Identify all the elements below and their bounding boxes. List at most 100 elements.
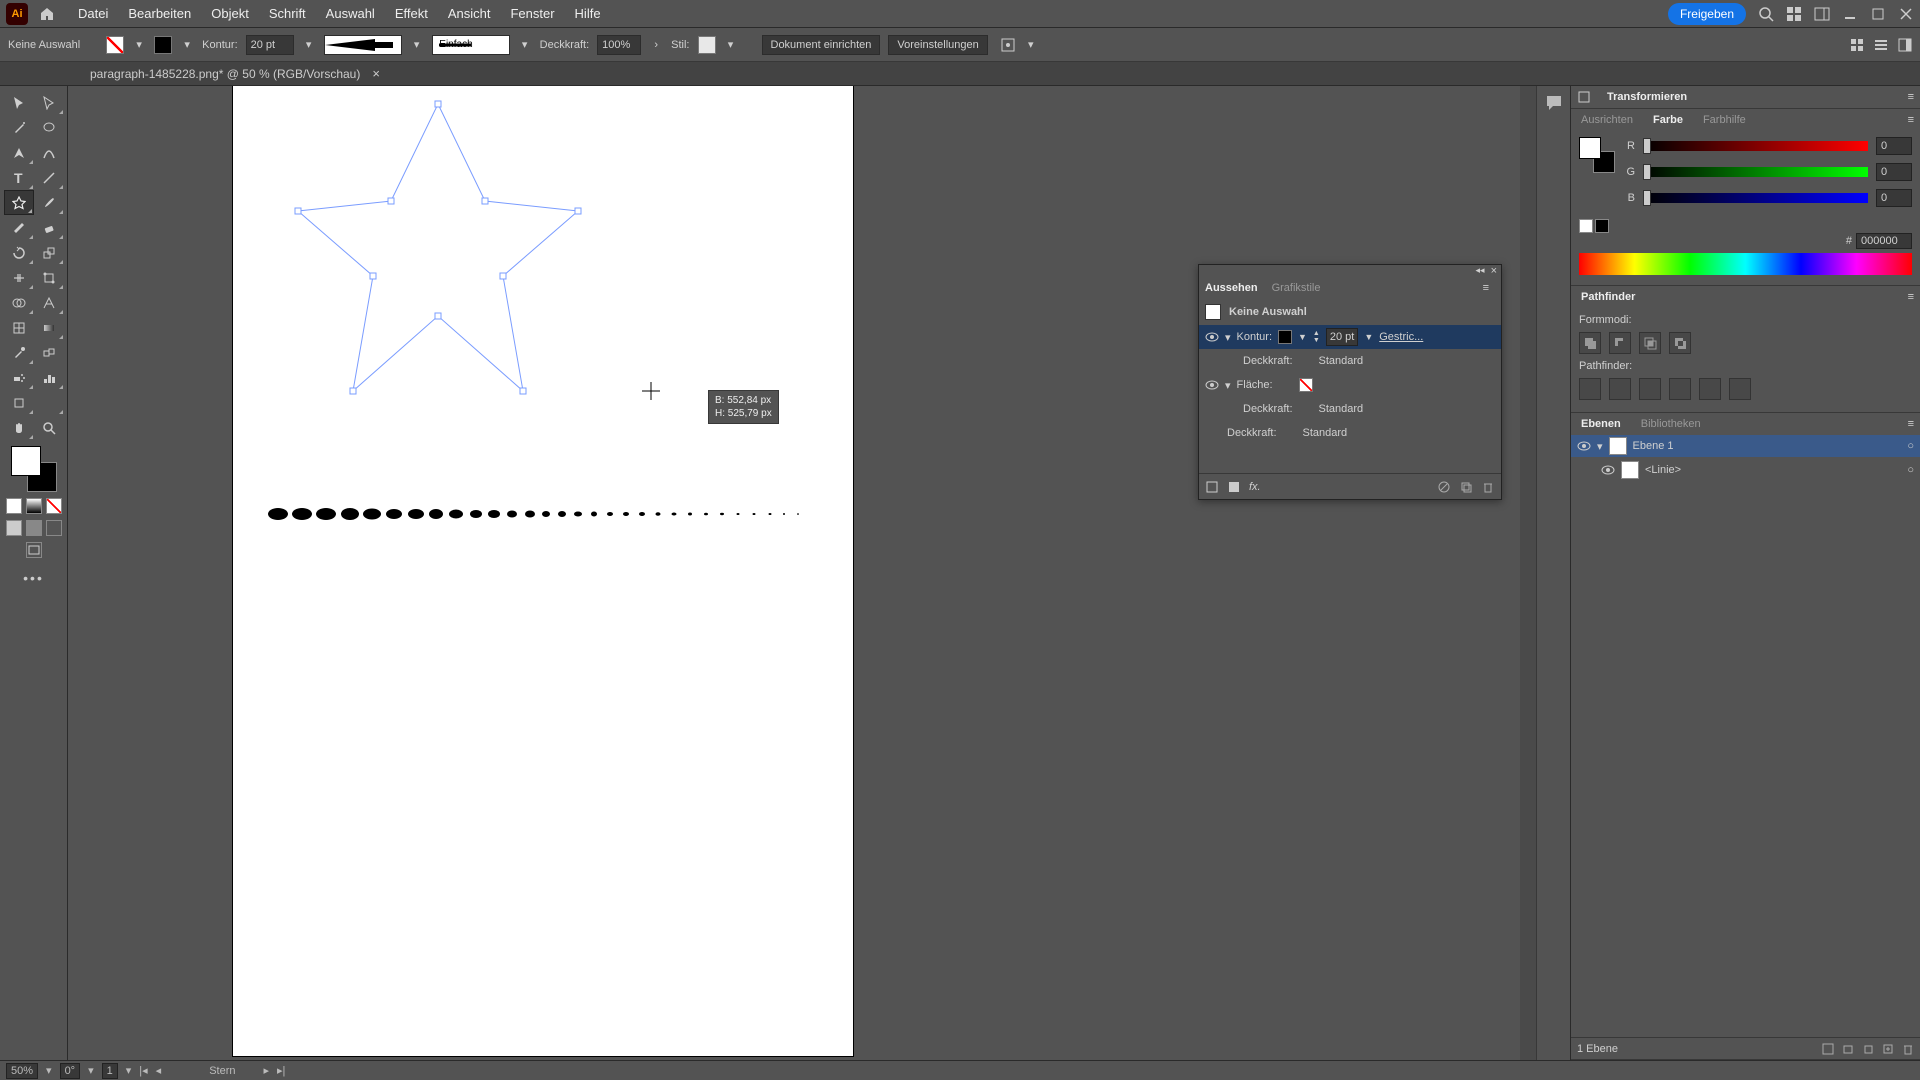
opacity-input[interactable]: 100% (597, 35, 641, 55)
stroke-stepper[interactable]: ▲▼ (1313, 330, 1320, 344)
paintbrush-tool[interactable] (34, 190, 64, 215)
g-value[interactable]: 0 (1876, 163, 1912, 181)
stroke-size-input[interactable]: 20 pt (246, 35, 294, 55)
stroke-color-dd[interactable]: ▼ (1298, 332, 1307, 342)
menu-select[interactable]: Auswahl (316, 6, 385, 21)
maximize-icon[interactable] (1870, 6, 1886, 22)
menu-help[interactable]: Hilfe (565, 6, 611, 21)
shape-tool[interactable] (4, 190, 34, 215)
stroke-size-value[interactable]: 20 pt (1326, 328, 1358, 346)
stroke-swatch[interactable] (154, 36, 172, 54)
shaper-tool[interactable] (4, 215, 34, 240)
artboard-first-icon[interactable]: |◂ (139, 1064, 147, 1077)
make-clip-icon[interactable] (1842, 1043, 1854, 1055)
mesh-tool[interactable] (4, 315, 34, 340)
target-icon[interactable]: ○ (1907, 464, 1914, 476)
tab-align[interactable]: Ausrichten (1571, 109, 1643, 131)
merge-icon[interactable] (1639, 378, 1661, 400)
artboard-next-icon[interactable]: ▸ (264, 1064, 270, 1077)
panel-menu-icon[interactable]: ≡ (1908, 91, 1920, 103)
appearance-stroke-opacity-row[interactable]: Deckkraft: Standard (1199, 349, 1501, 373)
tab-transform[interactable]: Transformieren (1597, 86, 1697, 108)
fill-stroke-indicator[interactable] (11, 446, 57, 492)
zoom-tool[interactable] (34, 415, 64, 440)
tab-color-guide[interactable]: Farbhilfe (1693, 109, 1756, 131)
intersect-icon[interactable] (1639, 332, 1661, 354)
artboard-prev-icon[interactable]: ◂ (156, 1064, 162, 1077)
type-tool[interactable]: T (4, 165, 34, 190)
canvas-area[interactable]: B: 552,84 px H: 525,79 px (68, 86, 1536, 1060)
trim-icon[interactable] (1609, 378, 1631, 400)
menu-window[interactable]: Fenster (500, 6, 564, 21)
r-slider[interactable] (1643, 141, 1868, 151)
pen-tool[interactable] (4, 140, 34, 165)
layer-row-1[interactable]: ▾ Ebene 1 ○ (1571, 435, 1920, 457)
menu-edit[interactable]: Bearbeiten (118, 6, 201, 21)
sublayer-name[interactable]: <Linie> (1645, 464, 1681, 476)
visibility-icon[interactable] (1577, 439, 1591, 453)
stroke-size-dd[interactable]: ▼ (1364, 332, 1373, 342)
panel-menu-icon[interactable]: ≡ (1908, 114, 1920, 126)
stroke-profile-dd[interactable]: ▾ (518, 38, 532, 52)
tab-color[interactable]: Farbe (1643, 109, 1693, 131)
collapse-icon[interactable]: ◂◂ (1476, 265, 1485, 277)
visibility-icon[interactable] (1205, 330, 1219, 344)
new-stroke-icon[interactable] (1205, 480, 1219, 494)
style-swatch[interactable] (698, 36, 716, 54)
tab-graphic-styles[interactable]: Grafikstile (1272, 282, 1321, 294)
panel-menu-icon[interactable]: ≡ (1908, 418, 1920, 430)
disclosure-icon[interactable]: ▾ (1225, 331, 1231, 344)
brush-preview[interactable] (324, 35, 402, 55)
crop-icon[interactable] (1669, 378, 1691, 400)
minus-back-icon[interactable] (1729, 378, 1751, 400)
home-icon[interactable] (36, 3, 58, 25)
tab-close-icon[interactable]: × (372, 66, 380, 81)
opacity-value[interactable]: Standard (1319, 403, 1364, 415)
grid-icon[interactable] (1850, 38, 1864, 52)
delete-layer-icon[interactable] (1902, 1043, 1914, 1055)
workspace-icon[interactable] (1814, 6, 1830, 22)
appearance-opacity-row[interactable]: Deckkraft: Standard (1199, 421, 1501, 445)
stroke-style-value[interactable]: Gestric... (1379, 331, 1423, 343)
disclosure-icon[interactable]: ▾ (1597, 440, 1603, 453)
tab-appearance[interactable]: Aussehen (1205, 282, 1258, 294)
draw-normal-icon[interactable] (6, 520, 22, 536)
eraser-tool[interactable] (34, 215, 64, 240)
edit-toolbar-icon[interactable]: ••• (23, 570, 44, 586)
width-tool[interactable] (4, 265, 34, 290)
hand-tool[interactable] (4, 415, 34, 440)
duplicate-item-icon[interactable] (1459, 480, 1473, 494)
lasso-tool[interactable] (34, 115, 64, 140)
artboard-number[interactable]: 1 (102, 1063, 118, 1079)
slice-tool[interactable] (34, 390, 64, 415)
draw-inside-icon[interactable] (46, 520, 62, 536)
close-icon[interactable] (1898, 6, 1914, 22)
opacity-value[interactable]: Standard (1303, 427, 1348, 439)
document-tab[interactable]: paragraph-1485228.png* @ 50 % (RGB/Vorsc… (80, 62, 390, 85)
minus-front-icon[interactable] (1609, 332, 1631, 354)
stroke-color-swatch[interactable] (1278, 330, 1292, 344)
arrange-icon[interactable] (1786, 6, 1802, 22)
panel-menu-icon[interactable]: ≡ (1483, 282, 1495, 294)
magic-wand-tool[interactable] (4, 115, 34, 140)
unite-icon[interactable] (1579, 332, 1601, 354)
visibility-icon[interactable] (1205, 378, 1219, 392)
artboard-tool[interactable] (4, 390, 34, 415)
scale-tool[interactable] (34, 240, 64, 265)
fill-swatch[interactable] (106, 36, 124, 54)
rotate-angle[interactable]: 0° (60, 1063, 81, 1079)
disclosure-icon[interactable]: ▾ (1225, 379, 1231, 392)
direct-selection-tool[interactable] (34, 90, 64, 115)
panel-menu-icon[interactable]: ≡ (1908, 291, 1920, 303)
divide-icon[interactable] (1579, 378, 1601, 400)
clear-appearance-icon[interactable] (1437, 480, 1451, 494)
tab-layers[interactable]: Ebenen (1571, 413, 1631, 435)
align-to-dd[interactable]: ▾ (1024, 38, 1038, 52)
share-button[interactable]: Freigeben (1668, 3, 1746, 25)
style-dd[interactable]: ▾ (724, 38, 738, 52)
rotate-tool[interactable] (4, 240, 34, 265)
panel-close-icon[interactable]: × (1491, 265, 1497, 277)
b-value[interactable]: 0 (1876, 189, 1912, 207)
panel-toggle-icon[interactable] (1898, 38, 1912, 52)
blend-tool[interactable] (34, 340, 64, 365)
